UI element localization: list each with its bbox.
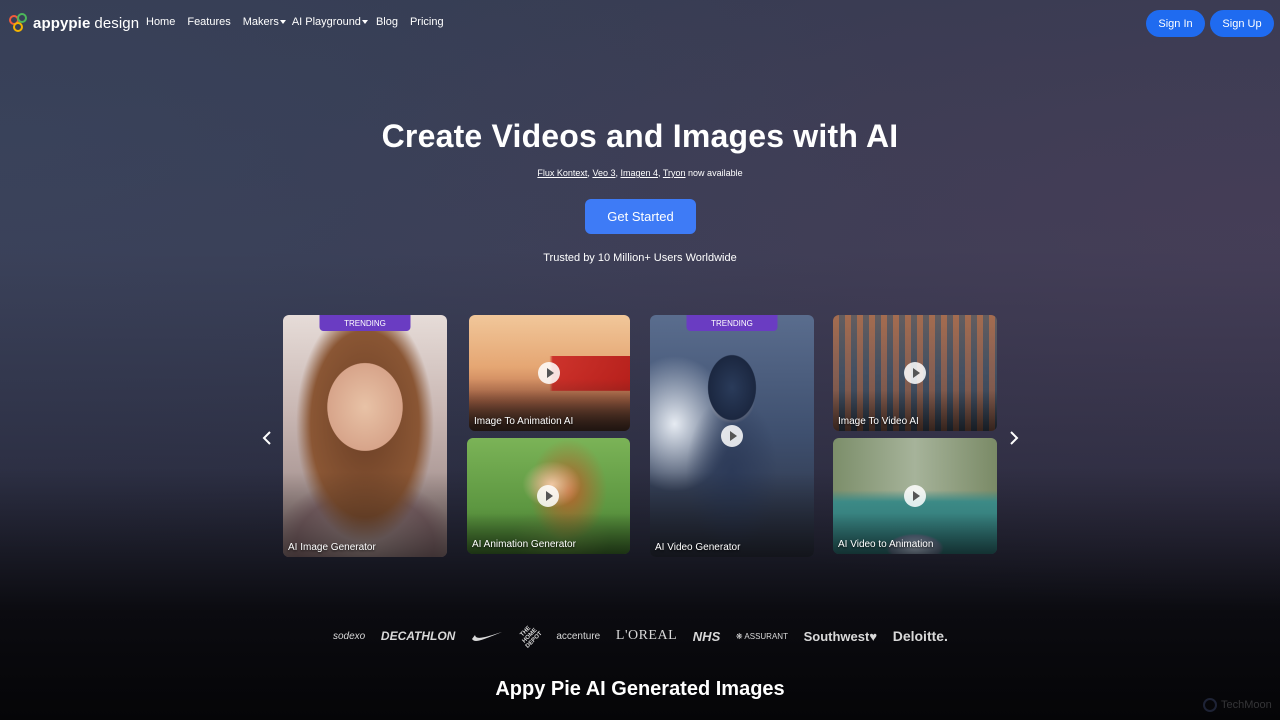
nav-ai-playground[interactable]: AI Playground (292, 16, 368, 28)
model-link-tryon[interactable]: Tryon (663, 168, 686, 178)
client-logos: sodexo DECATHLON THE HOME DEPOT accentur… (333, 624, 948, 649)
logo-loreal: L'OREAL (615, 628, 678, 643)
nike-swoosh-icon (472, 632, 502, 641)
card-label: AI Animation Generator (472, 539, 576, 550)
card-ai-video-to-animation[interactable]: AI Video to Animation (833, 438, 997, 554)
model-link-flux-kontext[interactable]: Flux Kontext (537, 168, 587, 178)
watermark-text: TechMoon (1221, 699, 1272, 711)
card-label: AI Image Generator (288, 542, 376, 553)
logo-brand: appypie (33, 14, 91, 32)
card-image-to-animation-ai[interactable]: Image To Animation AI (469, 315, 630, 431)
chevron-right-icon (1010, 431, 1019, 445)
trending-badge: TRENDING (686, 315, 778, 331)
caret-down-icon (279, 20, 286, 24)
logo-deloitte: Deloitte. (892, 628, 948, 644)
nav-blog[interactable]: Blog (376, 16, 398, 28)
card-ai-video-generator[interactable]: TRENDING AI Video Generator (650, 315, 814, 557)
logo-assurant-text: ASSURANT (744, 631, 788, 641)
nav-features[interactable]: Features (187, 16, 230, 28)
logo-decathlon: DECATHLON (380, 629, 456, 643)
logo-suffix: design (94, 14, 140, 32)
card-ai-image-generator[interactable]: TRENDING AI Image Generator (283, 315, 447, 557)
nav-makers[interactable]: Makers (243, 16, 286, 28)
chevron-left-icon (262, 431, 271, 445)
watermark: TechMoon (1203, 698, 1272, 712)
logo-southwest-text: Southwest (803, 628, 870, 644)
carousel-next-arrow[interactable] (1006, 430, 1020, 446)
logo-home-depot: THE HOME DEPOT (519, 625, 544, 650)
nav-links: Home Features Makers AI Playground Blog … (146, 16, 456, 28)
logo-southwest: Southwest♥ (803, 628, 878, 644)
card-label: Image To Video AI (838, 416, 919, 427)
logo-nhs: NHS (692, 628, 721, 644)
nav-home[interactable]: Home (146, 16, 175, 28)
card-label: Image To Animation AI (474, 416, 574, 427)
logo-accenture: accenture (556, 630, 601, 642)
watermark-icon (1203, 698, 1217, 712)
hero-models-line: Flux Kontext, Veo 3, Imagen 4, Tryon now… (537, 168, 743, 178)
logo-text: appypie design (33, 15, 139, 32)
section-title: Appy Pie AI Generated Images (495, 678, 785, 700)
nav-makers-label: Makers (242, 16, 279, 28)
sign-in-button[interactable]: Sign In (1146, 10, 1205, 37)
model-link-imagen-4[interactable]: Imagen 4 (620, 168, 658, 178)
trending-badge: TRENDING (319, 315, 411, 331)
play-icon[interactable] (721, 425, 743, 447)
card-image-to-video-ai[interactable]: Image To Video AI (833, 315, 997, 431)
get-started-button[interactable]: Get Started (585, 199, 696, 234)
logo-assurant: ❋ ASSURANT (735, 631, 788, 641)
play-icon[interactable] (537, 485, 559, 507)
top-nav: appypie design Home Features Makers AI Pl… (0, 0, 1280, 46)
card-ai-animation-generator[interactable]: AI Animation Generator (467, 438, 630, 554)
sign-up-button[interactable]: Sign Up (1210, 10, 1274, 37)
play-icon[interactable] (538, 362, 560, 384)
model-link-veo-3[interactable]: Veo 3 (592, 168, 615, 178)
trusted-text: Trusted by 10 Million+ Users Worldwide (543, 252, 737, 264)
nav-ai-playground-label: AI Playground (291, 16, 361, 28)
nav-pricing[interactable]: Pricing (410, 16, 444, 28)
appypie-logo[interactable]: appypie design (9, 13, 139, 33)
appypie-logo-icon (9, 13, 29, 33)
play-icon[interactable] (904, 485, 926, 507)
now-available-text: now available (688, 168, 743, 178)
card-label: AI Video to Animation (838, 539, 934, 550)
logo-sodexo: sodexo (333, 630, 366, 642)
card-label: AI Video Generator (655, 542, 741, 553)
carousel-prev-arrow[interactable] (261, 430, 275, 446)
play-icon[interactable] (904, 362, 926, 384)
hero-title: Create Videos and Images with AI (381, 118, 899, 154)
caret-down-icon (361, 20, 368, 24)
background-tint (0, 0, 1280, 720)
